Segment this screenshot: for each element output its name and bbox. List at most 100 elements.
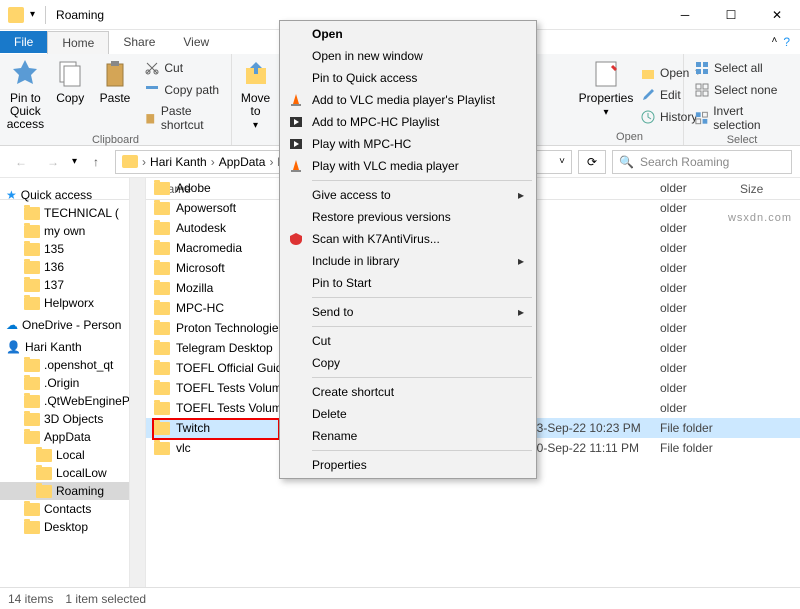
refresh-button[interactable]: ⟳: [578, 150, 606, 174]
tab-home[interactable]: Home: [47, 31, 109, 54]
menu-delete[interactable]: Delete: [282, 403, 534, 425]
nav-136[interactable]: 136: [0, 258, 129, 276]
menu-copy[interactable]: Copy: [282, 352, 534, 374]
copy-button[interactable]: Copy: [51, 58, 90, 134]
menu-open-in-new-window[interactable]: Open in new window: [282, 45, 534, 67]
context-menu: Open Open in new windowPin to Quick acces…: [279, 20, 537, 479]
pin-quick-access-button[interactable]: Pin to Quick access: [6, 58, 45, 134]
menu-pin-to-start[interactable]: Pin to Start: [282, 272, 534, 294]
nav-roaming[interactable]: Roaming: [0, 482, 129, 500]
folder-icon: [154, 402, 170, 415]
menu-create-shortcut[interactable]: Create shortcut: [282, 381, 534, 403]
invert-selection-button[interactable]: Invert selection: [690, 102, 794, 134]
nav--qtwebenginepr[interactable]: .QtWebEnginePr: [0, 392, 129, 410]
menu-play-with-mpc-hc[interactable]: Play with MPC-HC: [282, 133, 534, 155]
properties-button[interactable]: Properties▾: [582, 58, 630, 131]
nav-my-own[interactable]: my own: [0, 222, 129, 240]
address-dropdown-icon[interactable]: ˅: [559, 156, 565, 167]
forward-button[interactable]: →: [40, 150, 66, 174]
ribbon-collapse-icon[interactable]: ˄: [771, 35, 777, 49]
help-icon[interactable]: ?: [783, 35, 790, 49]
edit-icon: [640, 87, 656, 103]
close-button[interactable]: ✕: [754, 0, 800, 30]
nav-local[interactable]: Local: [0, 446, 129, 464]
nav-contacts[interactable]: Contacts: [0, 500, 129, 518]
file-type: File folder: [660, 441, 740, 455]
tab-share[interactable]: Share: [109, 31, 169, 53]
user-icon: 👤: [6, 340, 21, 354]
file-date: 23-Sep-22 10:23 PM: [530, 421, 660, 435]
navigation-pane: ★Quick accessTECHNICAL (my own135136137H…: [0, 178, 130, 587]
folder-icon: [154, 302, 170, 315]
folder-icon: [154, 262, 170, 275]
menu-label: Pin to Start: [312, 276, 371, 290]
file-type: older: [660, 381, 740, 395]
nav-3d-objects[interactable]: 3D Objects: [0, 410, 129, 428]
folder-icon: [24, 359, 40, 372]
menu-add-to-vlc-media-player-s-playlist[interactable]: Add to VLC media player's Playlist: [282, 89, 534, 111]
clipboard-group-label: Clipboard: [6, 134, 225, 146]
menu-scan-with-k7antivirus-[interactable]: Scan with K7AntiVirus...: [282, 228, 534, 250]
nav--origin[interactable]: .Origin: [0, 374, 129, 392]
folder-icon: [154, 222, 170, 235]
paste-shortcut-button[interactable]: Paste shortcut: [140, 102, 225, 134]
nav-onedrive-person[interactable]: ☁OneDrive - Person: [0, 316, 129, 334]
nav-technical-[interactable]: TECHNICAL (: [0, 204, 129, 222]
paste-button[interactable]: Paste: [96, 58, 135, 134]
folder-icon: [36, 467, 52, 480]
nav-quick-access[interactable]: ★Quick access: [0, 186, 129, 204]
folder-icon: [154, 362, 170, 375]
qat-dropdown-icon[interactable]: ▾: [30, 9, 35, 20]
menu-label: Open: [312, 27, 343, 41]
open-group-label: Open: [582, 131, 677, 143]
tab-view[interactable]: View: [169, 31, 223, 53]
menu-label: Send to: [312, 305, 353, 319]
vlc-icon: [288, 158, 304, 174]
menu-rename[interactable]: Rename: [282, 425, 534, 447]
nav-scrollbar[interactable]: [130, 178, 146, 587]
search-box[interactable]: 🔍 Search Roaming: [612, 150, 792, 174]
nav-135[interactable]: 135: [0, 240, 129, 258]
file-date: 20-Sep-22 11:11 PM: [530, 441, 660, 455]
menu-restore-previous-versions[interactable]: Restore previous versions: [282, 206, 534, 228]
menu-give-access-to[interactable]: Give access to▸: [282, 184, 534, 206]
menu-label: Include in library: [312, 254, 399, 268]
folder-icon: [154, 202, 170, 215]
nav--openshot-qt[interactable]: .openshot_qt: [0, 356, 129, 374]
folder-icon: [24, 413, 40, 426]
up-button[interactable]: ↑: [83, 150, 109, 174]
menu-play-with-vlc-media-player[interactable]: Play with VLC media player: [282, 155, 534, 177]
cut-button[interactable]: Cut: [140, 58, 225, 78]
file-type: older: [660, 281, 740, 295]
copy-path-button[interactable]: Copy path: [140, 80, 225, 100]
nav-appdata[interactable]: AppData: [0, 428, 129, 446]
folder-icon: [24, 243, 40, 256]
nav-helpworx[interactable]: Helpworx: [0, 294, 129, 312]
nav-locallow[interactable]: LocalLow: [0, 464, 129, 482]
menu-pin-to-quick-access[interactable]: Pin to Quick access: [282, 67, 534, 89]
nav-desktop[interactable]: Desktop: [0, 518, 129, 536]
menu-label: Add to VLC media player's Playlist: [312, 93, 495, 107]
vlc-icon: [288, 92, 304, 108]
paste-shortcut-icon: [144, 110, 157, 126]
back-button[interactable]: ←: [8, 150, 34, 174]
move-to-button[interactable]: Move to▾: [238, 58, 273, 143]
menu-properties[interactable]: Properties: [282, 454, 534, 476]
search-placeholder: Search Roaming: [640, 155, 729, 169]
minimize-button[interactable]: ─: [662, 0, 708, 30]
folder-icon: [24, 431, 40, 444]
maximize-button[interactable]: ☐: [708, 0, 754, 30]
menu-send-to[interactable]: Send to▸: [282, 301, 534, 323]
nav-137[interactable]: 137: [0, 276, 129, 294]
select-none-button[interactable]: Select none: [690, 80, 794, 100]
history-dropdown[interactable]: ▾: [72, 156, 77, 167]
tab-file[interactable]: File: [0, 31, 47, 53]
nav-hari-kanth[interactable]: 👤Hari Kanth: [0, 338, 129, 356]
menu-include-in-library[interactable]: Include in library▸: [282, 250, 534, 272]
properties-icon: [590, 58, 622, 90]
menu-open[interactable]: Open: [282, 23, 534, 45]
search-icon: 🔍: [619, 155, 634, 169]
select-all-button[interactable]: Select all: [690, 58, 794, 78]
menu-add-to-mpc-hc-playlist[interactable]: Add to MPC-HC Playlist: [282, 111, 534, 133]
menu-cut[interactable]: Cut: [282, 330, 534, 352]
